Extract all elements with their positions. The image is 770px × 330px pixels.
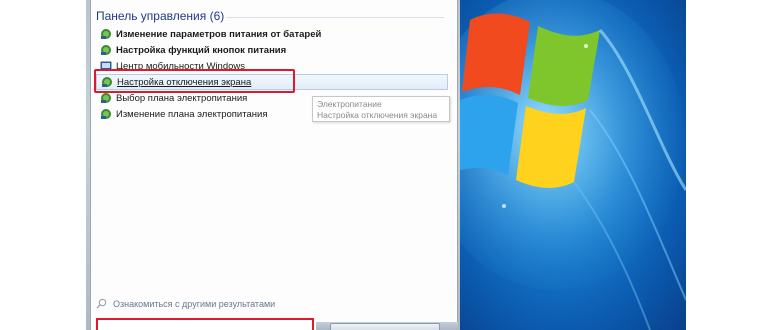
tooltip-title: Электропитание [317, 99, 382, 109]
search-icon [96, 298, 107, 309]
result-item-power-buttons[interactable]: Настройка функций кнопок питания [100, 42, 452, 58]
result-item-battery-power-settings[interactable]: Изменение параметров питания от батарей [100, 26, 452, 42]
result-tooltip: Электропитание Настройка отключения экра… [312, 96, 450, 122]
highlight-annotation-box [94, 69, 295, 93]
shutdown-button[interactable] [330, 323, 440, 330]
desktop-wallpaper [460, 0, 686, 330]
control-panel-group-header[interactable]: Панель управления (6) [96, 9, 224, 23]
power-options-icon [101, 45, 111, 55]
see-more-results-link[interactable]: Ознакомиться с другими результатами [96, 298, 275, 309]
see-more-label: Ознакомиться с другими результатами [113, 298, 276, 309]
result-item-label: Изменение плана электропитания [116, 108, 268, 120]
result-item-label: Настройка функций кнопок питания [116, 44, 287, 56]
power-options-icon [101, 109, 111, 119]
page-right-margin [686, 0, 770, 330]
result-item-label: Изменение параметров питания от батарей [116, 28, 322, 40]
group-header-divider [226, 17, 444, 18]
windows-logo-icon [460, 0, 686, 330]
result-item-label: Выбор плана электропитания [116, 92, 248, 104]
power-options-icon [101, 93, 111, 103]
start-search-input[interactable] [96, 318, 314, 330]
power-options-icon [101, 29, 111, 39]
tooltip-description: Настройка отключения экрана [317, 110, 438, 120]
